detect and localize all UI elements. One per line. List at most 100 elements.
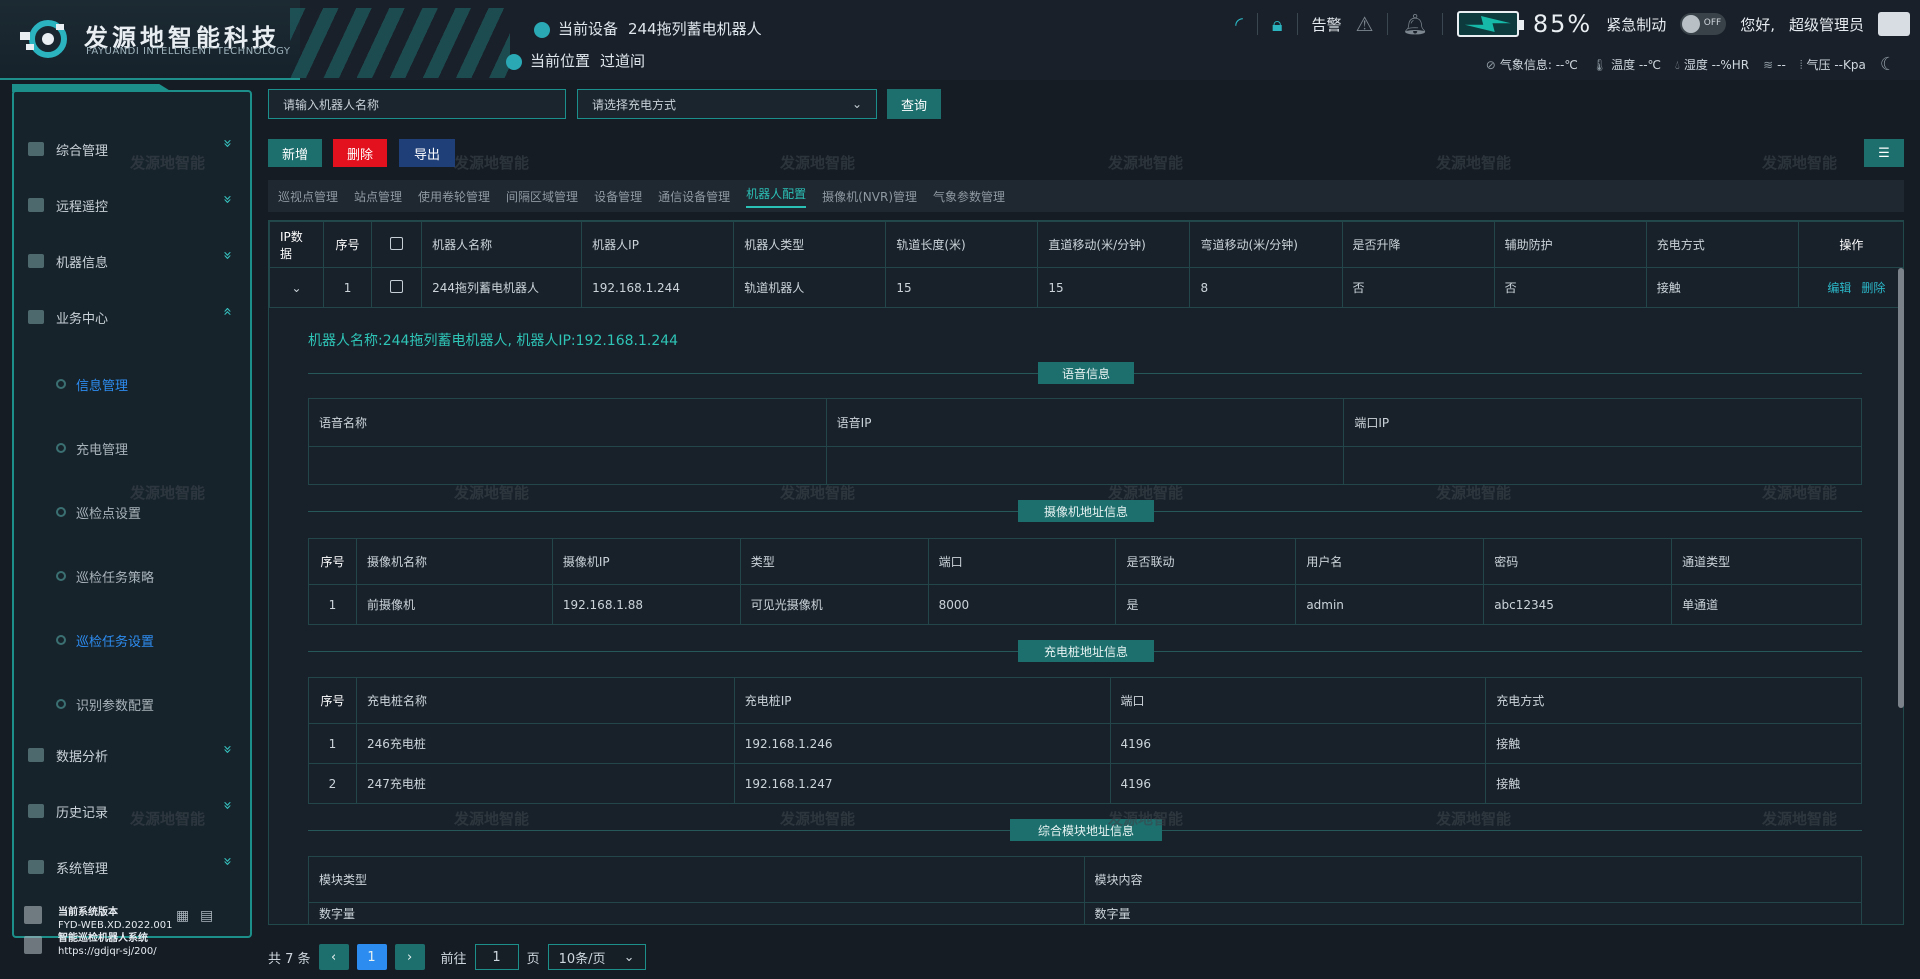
chevron-up-icon: « <box>218 306 237 317</box>
weather-info: ⊘ 气象信息: --℃ 🌡︎ 温度 --℃ 💧︎ 湿度 --%HR ≋ -- ⦙ 气压 -… <box>1485 54 1896 75</box>
col-robot-type: 机器人类型 <box>733 221 887 268</box>
watermark: 发源地智能 <box>780 810 856 828</box>
charge-section-title: 充电桩地址信息 <box>1018 640 1154 662</box>
select-all-checkbox[interactable] <box>390 236 404 250</box>
chevron-down-icon: » <box>218 744 237 755</box>
chevron-down-icon: » <box>218 138 237 149</box>
tab-comm-device[interactable]: 通信设备管理 <box>658 188 730 205</box>
query-button[interactable]: 查询 <box>887 89 941 119</box>
page-number-button[interactable]: 1 <box>356 944 387 970</box>
row-checkbox[interactable] <box>390 279 404 293</box>
thermometer-icon: 🌡︎ <box>1591 58 1608 72</box>
battery-percent: 85% <box>1532 10 1593 38</box>
windows-icon <box>24 906 42 924</box>
col-index: 序号 <box>323 221 373 268</box>
watermark: 发源地智能 <box>780 154 856 172</box>
sidebar-item-machine-info[interactable]: 机器信息» <box>28 248 238 274</box>
night-mode-icon[interactable]: ☾ <box>1880 54 1896 75</box>
header-decoration <box>290 8 510 78</box>
col-actions: 操作 <box>1797 221 1903 268</box>
tab-weather-params[interactable]: 气象参数管理 <box>933 188 1005 205</box>
charge-mode-select[interactable]: 请选择充电方式 ⌄ <box>577 89 877 119</box>
globe-icon <box>24 936 42 954</box>
lock-icon[interactable]: 🔒︎ <box>1272 14 1283 34</box>
sidebar-item-business-center[interactable]: 业务中心 « <box>28 304 238 330</box>
current-location: 当前位置 过道间 <box>506 50 645 71</box>
prev-page-button[interactable]: ‹ <box>318 944 349 970</box>
export-button[interactable]: 导出 <box>399 139 455 167</box>
table-row: 1 前摄像机 192.168.1.88 可见光摄像机 8000 是 admin … <box>308 584 1862 625</box>
col-ip-data: IP数据 <box>269 221 325 268</box>
col-track-length: 轨道长度(米) <box>885 221 1039 268</box>
add-button[interactable]: 新增 <box>268 139 322 167</box>
logo-panel: 发源地智能科技 FAYUANDI INTELLIGENT TECHNOLOGY <box>0 0 300 80</box>
sidebar-item-system-manage[interactable]: 系统管理» <box>28 854 238 880</box>
watermark: 发源地智能 <box>1108 484 1184 502</box>
delete-link[interactable]: 删除 <box>1861 281 1885 295</box>
document-icon[interactable]: ▤ <box>200 909 213 923</box>
sidebar-subitem-info-manage[interactable]: 信息管理 <box>56 372 236 396</box>
sidebar-subitem-recognition-params[interactable]: 识别参数配置 <box>56 692 236 716</box>
sidebar-item-remote-control[interactable]: 远程遥控» <box>28 192 238 218</box>
emergency-brake-label: 紧急制动 <box>1606 15 1667 34</box>
tab-camera-nvr[interactable]: 摄像机(NVR)管理 <box>822 188 917 205</box>
logo-icon <box>20 20 67 58</box>
next-page-button[interactable]: › <box>394 944 425 970</box>
business-icon <box>28 310 44 324</box>
alarm-label[interactable]: 告警 <box>1312 14 1342 35</box>
menu-icon[interactable]: ☰ <box>1864 139 1904 167</box>
col-robot-name: 机器人名称 <box>421 221 583 268</box>
tab-reel[interactable]: 使用卷轮管理 <box>418 188 490 205</box>
sidebar-subitem-charge-manage[interactable]: 充电管理 <box>56 436 236 460</box>
tab-robot-config[interactable]: 机器人配置 <box>746 185 807 208</box>
delete-button[interactable]: 删除 <box>333 139 387 167</box>
tab-inspection-points[interactable]: 巡视点管理 <box>278 188 338 205</box>
bell-icon[interactable]: 🔔︎ <box>1402 14 1427 34</box>
robot-detail-caption: 机器人名称:244拖列蓄电机器人, 机器人IP:192.168.1.244 <box>308 333 679 349</box>
humidity-icon: 💧︎ <box>1675 58 1680 72</box>
logo-subtitle: FAYUANDI INTELLIGENT TECHNOLOGY <box>86 46 291 57</box>
table-row: 数字量 数字量 <box>308 902 1862 925</box>
scrollbar[interactable] <box>1898 268 1904 708</box>
watermark: 发源地智能 <box>454 484 530 502</box>
sidebar-item-data-analysis[interactable]: 数据分析» <box>28 742 238 768</box>
tab-interval-area[interactable]: 间隔区域管理 <box>506 188 578 205</box>
pagination: 共 7 条 ‹ 1 › 前往 1 页 10条/页 ⌄ <box>268 943 646 971</box>
emergency-brake-toggle[interactable]: OFF <box>1680 13 1727 35</box>
watermark: 发源地智能 <box>454 810 530 828</box>
col-curve-speed: 弯道移动(米/分钟) <box>1189 221 1343 268</box>
header: 发源地智能科技 FAYUANDI INTELLIGENT TECHNOLOGY … <box>0 0 1920 80</box>
sidebar-subitem-task-settings[interactable]: 巡检任务设置 <box>56 628 236 652</box>
watermark: 发源地智能 <box>1762 484 1838 502</box>
battery-icon <box>1456 11 1524 37</box>
tab-device[interactable]: 设备管理 <box>594 188 642 205</box>
charge-table: 序号 充电桩名称 充电桩IP 端口 充电方式 1 246充电桩 192.168.… <box>308 677 1862 804</box>
folder-icon <box>28 804 44 818</box>
tab-stations[interactable]: 站点管理 <box>354 188 402 205</box>
tab-bar: 巡视点管理 站点管理 使用卷轮管理 间隔区域管理 设备管理 通信设备管理 机器人… <box>268 180 1904 212</box>
watermark: 发源地智能 <box>1436 810 1512 828</box>
table-header-row: IP数据 序号 机器人名称 机器人IP 机器人类型 轨道长度(米) 直道移动(米… <box>269 221 1903 268</box>
table-row: 1 246充电桩 192.168.1.246 4196 接触 <box>308 723 1862 764</box>
goto-page-input[interactable]: 1 <box>474 944 519 970</box>
sidebar-subitem-inspection-points[interactable]: 巡检点设置 <box>56 500 236 524</box>
watermark: 发源地智能 <box>1108 154 1184 172</box>
edit-link[interactable]: 编辑 <box>1827 281 1851 295</box>
camera-table: 序号 摄像机名称 摄像机IP 类型 端口 是否联动 用户名 密码 通道类型 1 … <box>308 538 1862 625</box>
user-name[interactable]: 超级管理员 <box>1789 14 1864 35</box>
sidebar-subitem-task-strategy[interactable]: 巡检任务策略 <box>56 564 236 588</box>
page-size-select[interactable]: 10条/页 ⌄ <box>547 944 646 970</box>
warning-icon[interactable]: ⚠ <box>1356 14 1374 34</box>
watermark: 发源地智能 <box>1762 810 1838 828</box>
expand-row-icon[interactable]: ⌄ <box>269 267 325 308</box>
table-row: ⌄ 1 244拖列蓄电机器人 192.168.1.244 轨道机器人 15 15… <box>269 267 1903 308</box>
qr-icon[interactable]: ▦ <box>176 909 189 923</box>
watermark: 发源地智能 <box>454 154 530 172</box>
version-info: 当前系统版本 FYD-WEB.XD.2022.001 智能巡检机器人系统 htt… <box>24 906 213 958</box>
user-card-icon[interactable] <box>1878 12 1910 36</box>
col-charge-mode: 充电方式 <box>1645 221 1799 268</box>
wifi-signal-icon: ◜ <box>1235 12 1243 36</box>
chart-icon <box>28 748 44 762</box>
robot-name-input[interactable]: 请输入机器人名称 <box>268 89 566 119</box>
weather-icon: ⊘ <box>1485 58 1496 72</box>
